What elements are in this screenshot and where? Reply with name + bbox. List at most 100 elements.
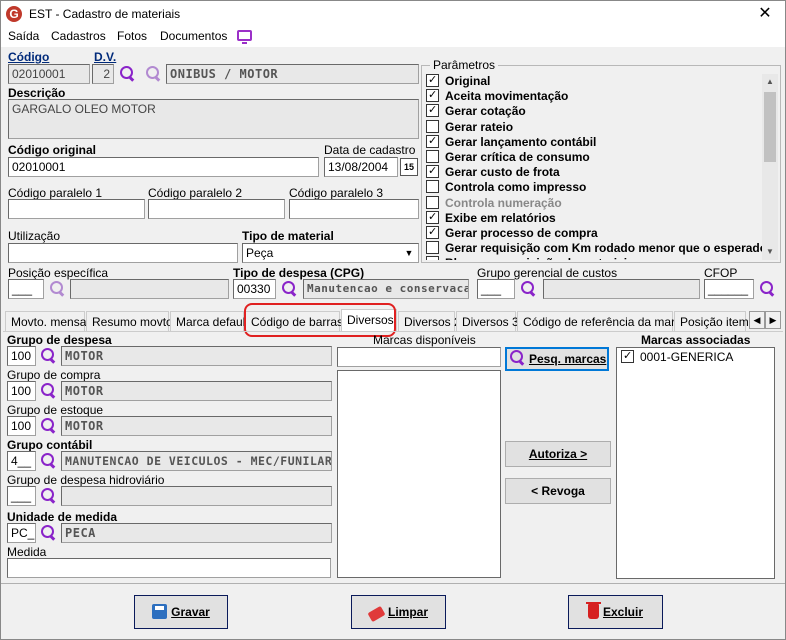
cfop-field[interactable]: ______ (704, 279, 754, 299)
descricao-field[interactable]: GARGALO OLEO MOTOR (8, 99, 419, 139)
param-item[interactable]: Controla como impresso (426, 180, 764, 195)
param-label: Gerar rateio (445, 119, 514, 134)
param-item[interactable]: Gerar crítica de consumo (426, 149, 764, 165)
tab-movto-mensal[interactable]: Movto. mensal (5, 311, 89, 331)
checkbox[interactable] (426, 256, 439, 260)
list-item[interactable]: 0001-GENERICA (621, 350, 733, 364)
grupo-contabil-code-field[interactable]: 4__ (7, 451, 36, 471)
checkbox[interactable] (621, 350, 634, 363)
checkbox[interactable] (426, 104, 439, 118)
search-codigo-icon[interactable] (118, 65, 136, 83)
menu-documentos[interactable]: Documentos (160, 29, 227, 43)
data-cadastro-field[interactable]: 13/08/2004 (324, 157, 398, 177)
tab-posicao-item[interactable]: Posição item (674, 311, 749, 331)
codigo-paralelo-2-field[interactable] (148, 199, 285, 219)
dv-field[interactable]: 2 (92, 64, 114, 84)
param-item[interactable]: Gerar custo de frota (426, 165, 764, 180)
codigo-paralelo-1-field[interactable] (8, 199, 145, 219)
search-grupo-gerencial-icon[interactable] (519, 280, 537, 298)
checkbox[interactable] (426, 195, 439, 209)
tab-resumo-movto[interactable]: Resumo movto. (86, 311, 176, 331)
checkbox[interactable] (426, 165, 439, 179)
gravar-button[interactable]: Gravar (134, 595, 228, 629)
tab-marca-default[interactable]: Marca default (170, 311, 249, 331)
grupo-gerencial-field[interactable]: ___ (477, 279, 515, 299)
param-item[interactable]: Gerar rateio (426, 119, 764, 135)
revoga-button[interactable]: < Revoga (505, 478, 611, 504)
menu-saida[interactable]: Saída (8, 29, 39, 43)
medida-field[interactable] (7, 558, 331, 578)
param-item[interactable]: Gerar lançamento contábil (426, 134, 764, 150)
medida-label: Medida (7, 545, 47, 559)
marcas-associadas-list[interactable]: 0001-GENERICA (616, 347, 775, 579)
tipo-despesa-code-field[interactable]: 00330 (233, 279, 276, 299)
chevron-down-icon[interactable]: ▼ (401, 245, 417, 261)
autoriza-button[interactable]: Autoriza > (505, 441, 611, 467)
scroll-up-icon[interactable]: ▲ (762, 74, 778, 90)
monitor-icon[interactable] (237, 30, 252, 44)
param-item[interactable]: Original (426, 74, 764, 89)
param-item[interactable]: Aceita movimentação (426, 89, 764, 104)
grupo-despesa-code-field[interactable]: 100 (7, 346, 36, 366)
param-item[interactable]: Bloquear requisição de materiais (426, 256, 764, 260)
param-item[interactable]: Gerar requisição com Km rodado menor que… (426, 241, 764, 256)
checkbox[interactable] (426, 149, 439, 163)
marcas-associadas-label: Marcas associadas (641, 333, 751, 347)
grupo-hidroviario-code-field[interactable]: ___ (7, 486, 36, 506)
menu-fotos[interactable]: Fotos (117, 29, 147, 43)
param-item[interactable]: Gerar processo de compra (426, 225, 764, 241)
param-item[interactable]: Gerar cotação (426, 104, 764, 119)
excluir-button[interactable]: Excluir (568, 595, 663, 629)
tab-scroll-left-icon[interactable]: ◀ (749, 311, 765, 329)
search-grupo-despesa-icon[interactable] (39, 347, 57, 365)
checkbox[interactable] (426, 89, 439, 103)
tab-scroll-right-icon[interactable]: ▶ (765, 311, 781, 329)
codigo-paralelo-3-field[interactable] (289, 199, 419, 219)
utilizacao-field[interactable] (8, 243, 238, 263)
checkbox[interactable] (426, 241, 439, 255)
unidade-medida-code-field[interactable]: PC_ (7, 523, 36, 543)
search-tipo-despesa-icon[interactable] (280, 280, 298, 298)
checkbox[interactable] (426, 74, 439, 87)
tipo-material-select[interactable]: Peça ▼ (242, 243, 419, 263)
scroll-down-icon[interactable]: ▼ (762, 244, 778, 260)
tab-diversos-3[interactable]: Diversos 3 (456, 311, 519, 331)
search-grupo-contabil-icon[interactable] (39, 452, 57, 470)
codigo-original-field[interactable]: 02010001 (8, 157, 319, 177)
pesq-marcas-button[interactable]: Pesq. marcas (505, 347, 609, 371)
checkbox[interactable] (426, 210, 439, 224)
posicao-field[interactable]: ___ (8, 279, 44, 299)
search-cfop-icon[interactable] (758, 280, 776, 298)
limpar-button[interactable]: Limpar (351, 595, 446, 629)
codigo-field[interactable]: 02010001 (8, 64, 90, 84)
search-grupo-icon[interactable] (144, 65, 162, 83)
menu-cadastros[interactable]: Cadastros (51, 29, 106, 43)
scroll-thumb[interactable] (764, 92, 776, 162)
tab-diversos-2[interactable]: Diversos 2 (398, 311, 461, 331)
main-window: G EST - Cadastro de materiais ✕ Saída Ca… (0, 0, 786, 640)
marcas-disponiveis-list[interactable] (337, 370, 501, 578)
checkbox[interactable] (426, 119, 439, 133)
grupo-compra-code-field[interactable]: 100 (7, 381, 36, 401)
parametros-scrollbar[interactable]: ▲ ▼ (762, 74, 778, 260)
search-grupo-compra-icon[interactable] (39, 382, 57, 400)
calendar-icon[interactable]: 15 (400, 158, 418, 176)
param-item[interactable]: Exibe em relatórios (426, 210, 764, 226)
checkbox[interactable] (426, 225, 439, 239)
param-label: Exibe em relatórios (445, 210, 556, 225)
grupo-gerencial-desc-field (543, 279, 700, 299)
param-item[interactable]: Controla numeração (426, 195, 764, 211)
param-label: Gerar crítica de consumo (445, 149, 590, 164)
search-unidade-medida-icon[interactable] (39, 524, 57, 542)
checkbox[interactable] (426, 134, 439, 148)
marcas-search-input[interactable] (337, 347, 501, 367)
dv-label: D.V. (94, 50, 117, 64)
grupo-estoque-code-field[interactable]: 100 (7, 416, 36, 436)
search-posicao-icon[interactable] (48, 280, 66, 298)
search-grupo-hidroviario-icon[interactable] (39, 487, 57, 505)
search-grupo-estoque-icon[interactable] (39, 417, 57, 435)
checkbox[interactable] (426, 180, 439, 194)
grupo-gerencial-label: Grupo gerencial de custos (477, 266, 618, 280)
tab-codigo-referencia-marca[interactable]: Código de referência da marca (517, 311, 688, 331)
close-button[interactable]: ✕ (751, 3, 779, 25)
